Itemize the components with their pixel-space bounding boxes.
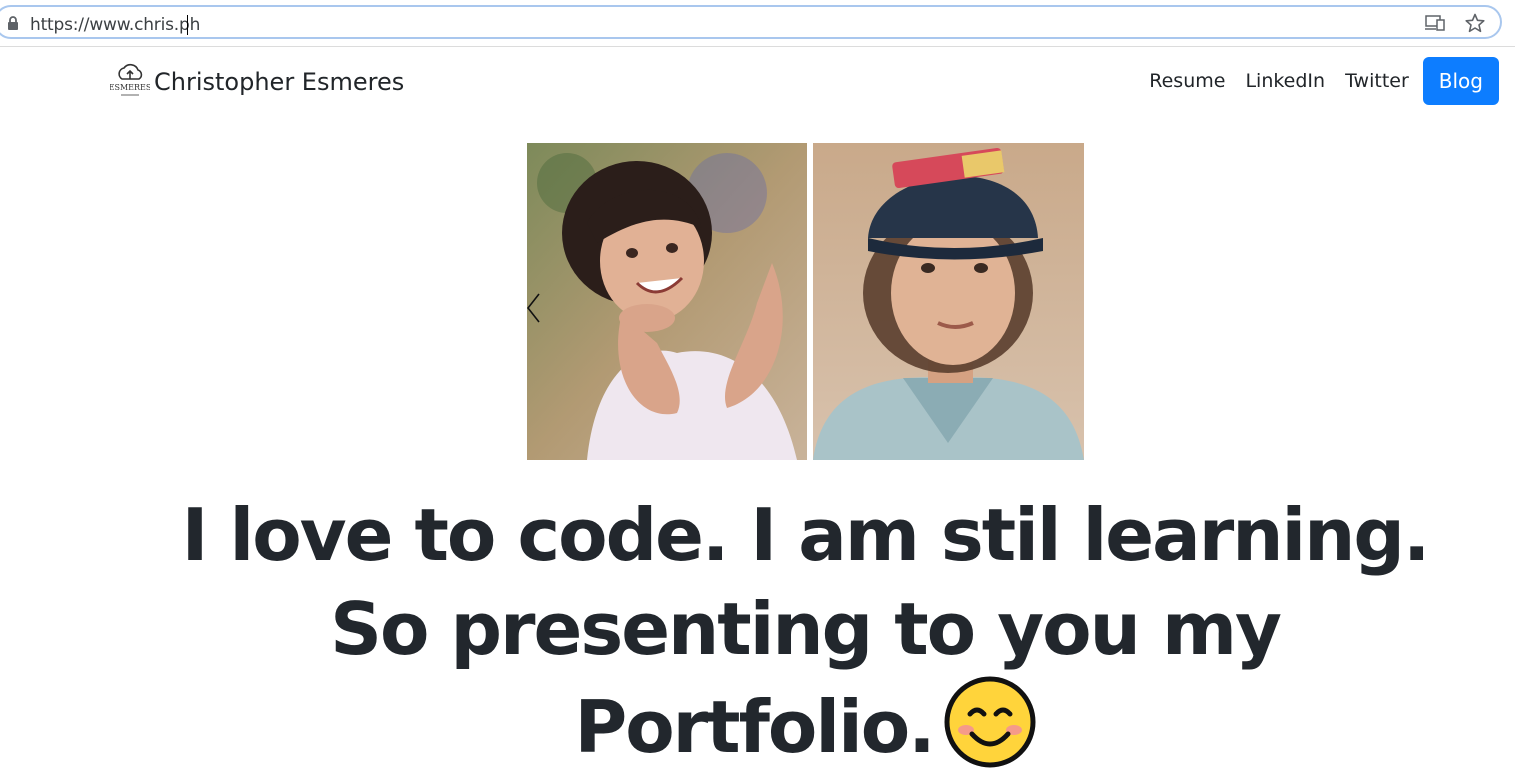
hero-headline: I love to code. I am stil learning. So p… bbox=[170, 488, 1440, 774]
nav-link-linkedin[interactable]: LinkedIn bbox=[1235, 70, 1335, 92]
bookmark-star-icon[interactable] bbox=[1465, 13, 1485, 33]
lock-icon bbox=[8, 16, 18, 30]
smiling-face-icon bbox=[944, 676, 1036, 768]
address-bar[interactable]: https://www.chris.ph bbox=[0, 5, 1502, 39]
chevron-left-icon[interactable] bbox=[527, 293, 541, 323]
browser-toolbar: https://www.chris.ph bbox=[0, 0, 1515, 47]
cloud-upload-logo-icon: ESMERES bbox=[110, 63, 150, 96]
svg-text:ESMERES: ESMERES bbox=[110, 83, 150, 92]
carousel-image-boy bbox=[813, 143, 1084, 460]
text-caret bbox=[187, 15, 188, 35]
nav-link-resume[interactable]: Resume bbox=[1139, 70, 1235, 92]
url-text[interactable]: https://www.chris.ph bbox=[30, 15, 200, 35]
headline-text: I love to code. I am stil learning. So p… bbox=[181, 493, 1431, 769]
brand-name[interactable]: Christopher Esmeres bbox=[154, 68, 404, 96]
device-icon[interactable] bbox=[1425, 15, 1445, 31]
site-navbar: ESMERES Christopher Esmeres Resume Linke… bbox=[0, 47, 1515, 119]
photo-carousel[interactable] bbox=[527, 143, 1084, 460]
blog-button[interactable]: Blog bbox=[1422, 57, 1499, 105]
nav-link-twitter[interactable]: Twitter bbox=[1335, 70, 1419, 92]
carousel-image-girl bbox=[527, 143, 807, 460]
nav-links: Resume LinkedIn Twitter Blog bbox=[1139, 57, 1499, 105]
brand[interactable]: ESMERES Christopher Esmeres bbox=[110, 61, 404, 103]
